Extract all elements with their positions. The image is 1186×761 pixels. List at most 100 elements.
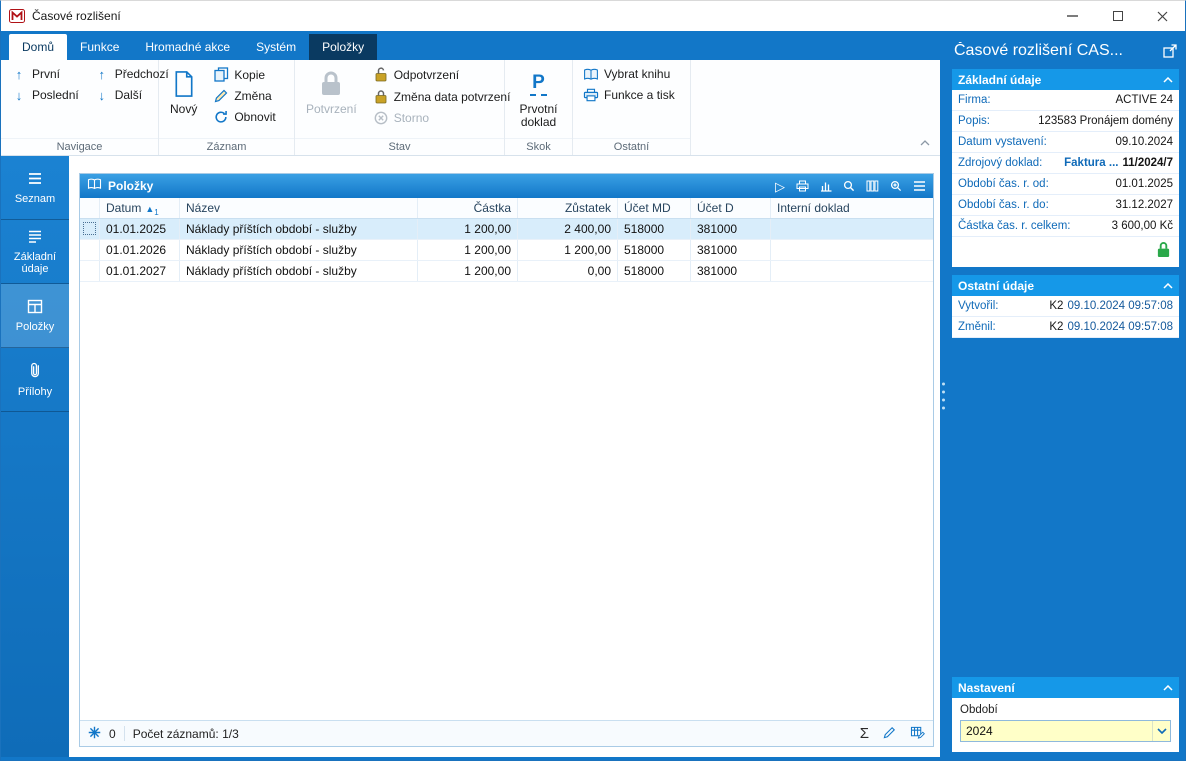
header-zustatek[interactable]: Zůstatek	[518, 198, 618, 218]
select-book-button[interactable]: Vybrat knihu	[579, 65, 679, 83]
list-icon	[27, 171, 43, 189]
confirm-button[interactable]: Potvrzení	[301, 65, 362, 118]
tab-funkce[interactable]: Funkce	[67, 34, 132, 60]
close-icon	[1157, 11, 1168, 21]
collapse-ribbon-icon[interactable]	[920, 133, 930, 151]
items-panel-header: Položky ▷	[80, 174, 933, 198]
field-datum-vystaveni: Datum vystavení: 09.10.2024	[952, 132, 1179, 153]
open-in-window-icon[interactable]	[1163, 44, 1177, 58]
copy-label: Kopie	[234, 67, 266, 82]
sidebar-item-seznam[interactable]: Seznam	[1, 156, 69, 220]
unconfirm-button[interactable]: Odpotvrzení	[369, 65, 515, 84]
minimize-button[interactable]	[1050, 1, 1095, 31]
table-row[interactable]: 01.01.2025 Náklady příštích období - slu…	[80, 219, 933, 240]
lock-icon	[373, 89, 389, 104]
sidebar-item-zakladni-udaje[interactable]: Základní údaje	[1, 220, 69, 284]
new-button[interactable]: Nový	[165, 65, 202, 118]
sidebar-item-label: Seznam	[14, 192, 56, 205]
section-ostatni-udaje: Ostatní údaje Vytvořil: K2 09.10.2024 09:…	[952, 275, 1179, 338]
run-icon[interactable]: ▷	[775, 180, 785, 193]
edit-icon[interactable]	[883, 726, 896, 742]
menu-icon[interactable]	[913, 181, 926, 191]
table-row[interactable]: 01.01.2026 Náklady příštích období - slu…	[80, 240, 933, 261]
header-nazev[interactable]: Název	[180, 198, 418, 218]
first-button[interactable]: ↑ První	[7, 65, 83, 83]
copy-button[interactable]: Kopie	[209, 65, 279, 84]
header-castka[interactable]: Částka	[418, 198, 518, 218]
period-combobox	[960, 720, 1171, 742]
chevron-down-icon	[1156, 728, 1167, 734]
lock-icon	[318, 67, 344, 101]
change-confirm-date-button[interactable]: Změna data potvrzení	[369, 87, 515, 106]
period-field-label: Období	[960, 704, 998, 716]
field-zdrojovy-doklad: Zdrojový doklad: Faktura ... 11/2024/7	[952, 153, 1179, 174]
sum-icon[interactable]: Σ	[860, 726, 869, 741]
sort-asc-icon: ▲1	[145, 204, 159, 217]
unlock-icon	[373, 67, 389, 82]
panel-background	[952, 346, 1179, 677]
panel-splitter[interactable]	[942, 382, 945, 409]
new-label: Nový	[170, 102, 198, 116]
grid-edit-icon[interactable]	[910, 726, 925, 742]
group-label-zaznam: Záznam	[159, 138, 294, 155]
cancel-circle-icon	[373, 111, 389, 125]
change-button[interactable]: Změna	[209, 87, 279, 105]
period-input[interactable]	[961, 724, 1152, 738]
zoom-settings-icon[interactable]	[890, 180, 902, 192]
search-icon[interactable]	[843, 180, 855, 192]
next-label: Další	[114, 88, 143, 102]
app-window: Časové rozlišení Domů Funkce Hromadné ak…	[0, 0, 1186, 761]
tab-system[interactable]: Systém	[243, 34, 309, 60]
close-button[interactable]	[1140, 1, 1185, 31]
arrow-up-icon: ↑	[98, 66, 105, 82]
columns-icon[interactable]	[866, 180, 879, 192]
details-icon	[27, 229, 43, 247]
functions-print-label: Funkce a tisk	[604, 88, 675, 102]
maximize-button[interactable]	[1095, 1, 1140, 31]
table-row[interactable]: 01.01.2027 Náklady příštích období - slu…	[80, 261, 933, 282]
window-title: Časové rozlišení	[32, 9, 121, 23]
row-selector	[83, 222, 96, 235]
record-count: Počet záznamů: 1/3	[132, 726, 239, 741]
divider	[123, 726, 125, 741]
field-popis: Popis: 123583 Pronájem domény	[952, 111, 1179, 132]
locked-status-icon	[1156, 241, 1171, 263]
tab-domu[interactable]: Domů	[9, 34, 68, 60]
section-header-zakladni[interactable]: Základní údaje	[952, 69, 1179, 90]
section-header-ostatni[interactable]: Ostatní údaje	[952, 275, 1179, 296]
document-icon	[173, 67, 195, 101]
sidebar-item-polozky[interactable]: Položky	[1, 284, 69, 348]
header-ucet-md[interactable]: Účet MD	[618, 198, 691, 218]
storno-button[interactable]: Storno	[369, 109, 515, 127]
tab-hromadne-akce[interactable]: Hromadné akce	[132, 34, 243, 60]
copy-icon	[213, 67, 229, 82]
sidebar-item-prilohy[interactable]: Přílohy	[1, 348, 69, 412]
functions-print-button[interactable]: Funkce a tisk	[579, 86, 679, 104]
book-icon	[87, 177, 102, 195]
last-button[interactable]: ↓ Poslední	[7, 86, 83, 104]
refresh-button[interactable]: Obnovit	[209, 108, 279, 126]
tab-polozky[interactable]: Položky	[309, 34, 378, 60]
sidebar-item-label: Přílohy	[17, 385, 53, 398]
paperclip-icon	[28, 362, 43, 382]
print-icon[interactable]	[796, 180, 809, 192]
header-ucet-d[interactable]: Účet D	[691, 198, 771, 218]
arrow-down-icon: ↓	[15, 87, 23, 103]
header-datum[interactable]: Datum ▲1	[100, 198, 180, 218]
chart-icon[interactable]	[820, 180, 832, 192]
dropdown-button[interactable]	[1152, 721, 1170, 741]
chevron-up-icon	[1163, 76, 1173, 83]
status-bar: 0 Počet záznamů: 1/3 Σ	[80, 720, 933, 746]
primary-document-button[interactable]: P Prvotní doklad	[511, 65, 566, 131]
panel-title: Položky	[108, 179, 154, 193]
field-obdobi-do: Období čas. r. do: 31.12.2027	[952, 195, 1179, 216]
book-icon	[583, 68, 599, 81]
header-interni-doklad[interactable]: Interní doklad	[771, 198, 933, 218]
content-area: Položky ▷ Datum ▲1 Název Částka Zůstatek…	[69, 156, 940, 757]
section-header-nastaveni[interactable]: Nastavení	[952, 677, 1179, 698]
flag-icon[interactable]	[88, 726, 101, 742]
source-document-link[interactable]: Faktura ...	[1064, 157, 1118, 169]
ribbon: ↑ První ↓ Poslední ↑ Předchozí ↓ Další N…	[1, 60, 940, 156]
sidebar-item-label: Položky	[15, 320, 55, 333]
detail-panel: Časové rozlišení CAS... Základní údaje F…	[940, 31, 1185, 760]
